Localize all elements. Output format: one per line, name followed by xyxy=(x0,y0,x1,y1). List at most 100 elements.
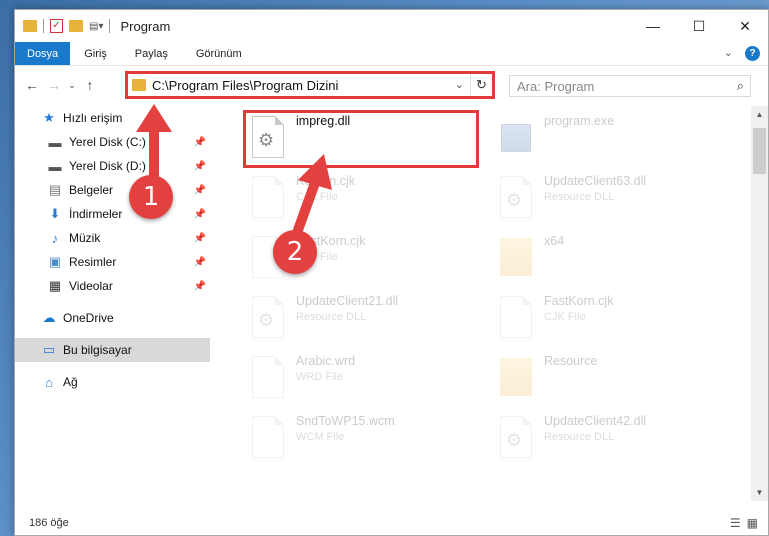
drive-icon: ▬ xyxy=(48,134,62,150)
pin-icon[interactable]: 📌 xyxy=(194,209,206,220)
scroll-down-icon[interactable]: ▼ xyxy=(751,484,768,501)
help-icon[interactable]: ? xyxy=(745,46,760,61)
refresh-icon[interactable]: ↻ xyxy=(470,74,492,96)
file-name: UpdateClient63.dll xyxy=(544,174,647,188)
chevron-down-icon[interactable]: ⌄ xyxy=(455,78,464,91)
file-item-sndtowp15-wcm[interactable]: SndToWP15.wcm WCM File xyxy=(250,412,490,468)
nav-item-music[interactable]: ♪ Müzik 📌 xyxy=(15,226,210,250)
explorer-window: ✓ ▤▾ Program — ☐ ✕ Dosya Giriş Paylaş Gö… xyxy=(14,9,769,536)
document-icon xyxy=(498,296,534,340)
properties-icon[interactable]: ✓ xyxy=(50,19,63,33)
file-type: WCM File xyxy=(296,431,345,443)
folder-item-resource[interactable]: Resource xyxy=(498,352,738,408)
ribbon-right: ⌄ ? xyxy=(724,46,760,61)
nav-item-label: Resimler xyxy=(69,255,117,269)
drive-icon: ▬ xyxy=(48,158,62,174)
music-icon: ♪ xyxy=(51,230,59,246)
pin-icon[interactable]: 📌 xyxy=(194,185,206,196)
documents-icon: ▤ xyxy=(48,182,62,197)
document-icon xyxy=(250,176,286,220)
dll-icon: ⚙ xyxy=(498,416,534,460)
file-item-updateclient42-dll[interactable]: ⚙ UpdateClient42.dll Resource DLL xyxy=(498,412,738,468)
file-item-updateclient63-dll[interactable]: ⚙ UpdateClient63.dll Resource DLL xyxy=(498,172,738,228)
view-toggles: ☰ ▦ xyxy=(730,516,758,530)
file-name: SndToWP15.wcm xyxy=(296,414,395,428)
details-view-icon[interactable]: ☰ xyxy=(730,516,741,530)
nav-item-label: Hızlı erişim xyxy=(63,111,123,125)
file-type: WRD File xyxy=(296,371,344,383)
back-arrow-icon[interactable]: ← xyxy=(21,77,43,93)
folder-item-x64[interactable]: x64 xyxy=(498,232,738,288)
file-name: Korean.cjk xyxy=(296,174,356,188)
nav-item-label: Videolar xyxy=(69,279,113,293)
folder-icon xyxy=(132,79,146,91)
item-count: 186 öğe xyxy=(29,517,69,529)
tab-home[interactable]: Giriş xyxy=(70,42,121,65)
nav-item-onedrive[interactable]: ☁ OneDrive xyxy=(15,306,210,330)
document-icon xyxy=(250,356,286,400)
scrollbar-thumb[interactable] xyxy=(753,128,766,174)
recent-locations-icon[interactable]: ⌄ xyxy=(65,80,79,91)
expand-ribbon-icon[interactable]: ⌄ xyxy=(724,46,733,61)
cloud-icon: ☁ xyxy=(42,310,56,325)
file-item-program-exe[interactable]: program.exe xyxy=(498,112,738,168)
pin-icon[interactable]: 📌 xyxy=(194,257,206,268)
new-folder-icon[interactable] xyxy=(69,20,83,32)
pictures-icon: ▣ xyxy=(48,254,62,269)
minimize-button[interactable]: — xyxy=(630,10,676,42)
title-bar: ✓ ▤▾ Program — ☐ ✕ xyxy=(15,10,768,42)
navigation-pane: ★ Hızlı erişim ▬ Yerel Disk (C:) 📌 ▬ Yer… xyxy=(15,106,210,501)
customize-toolbar-icon[interactable]: ▤▾ xyxy=(89,21,103,32)
file-item-updateclient21-dll[interactable]: ⚙ UpdateClient21.dll Resource DLL xyxy=(250,292,490,348)
search-input[interactable]: Ara: Program ⌕ xyxy=(509,75,751,97)
file-name: Resource xyxy=(544,354,598,368)
close-button[interactable]: ✕ xyxy=(722,10,768,42)
up-arrow-icon[interactable]: ↑ xyxy=(79,77,101,93)
download-icon: ⬇ xyxy=(49,206,61,221)
nav-item-local-disk-d[interactable]: ▬ Yerel Disk (D:) 📌 xyxy=(15,154,210,178)
nav-item-documents[interactable]: ▤ Belgeler 📌 xyxy=(15,178,210,202)
file-name: UpdateClient42.dll xyxy=(544,414,647,428)
scroll-up-icon[interactable]: ▲ xyxy=(751,106,768,123)
nav-item-videos[interactable]: ▦ Videolar 📌 xyxy=(15,274,210,298)
file-type: CJK File xyxy=(296,191,338,203)
address-path[interactable]: C:\Program Files\Program Dizini xyxy=(152,78,338,93)
file-type: CJK File xyxy=(544,311,586,323)
nav-item-network[interactable]: ⌂ Ağ xyxy=(15,370,210,394)
dll-icon: ⚙ xyxy=(250,296,286,340)
tab-file[interactable]: Dosya xyxy=(15,42,71,65)
nav-item-label: Yerel Disk (C:) xyxy=(69,135,146,149)
pin-icon[interactable]: 📌 xyxy=(194,137,206,148)
address-bar[interactable]: C:\Program Files\Program Dizini ⌄ ↻ xyxy=(125,71,495,99)
nav-item-downloads[interactable]: ⬇ İndirmeler 📌 xyxy=(15,202,210,226)
quick-access-toolbar: ✓ ▤▾ Program xyxy=(15,19,170,34)
nav-item-this-pc[interactable]: ▭ Bu bilgisayar xyxy=(15,338,210,362)
file-item-fastkorn-cjk[interactable]: FastKorn.cjk CJK File xyxy=(498,292,738,348)
nav-item-label: İndirmeler xyxy=(69,207,123,221)
nav-item-quick-access[interactable]: ★ Hızlı erişim xyxy=(15,106,210,130)
window-title: Program xyxy=(120,18,171,34)
file-name: FastKorn.cjk xyxy=(544,294,614,308)
vertical-scrollbar[interactable]: ▲ ▼ xyxy=(751,106,768,501)
search-icon[interactable]: ⌕ xyxy=(737,78,744,94)
large-icons-view-icon[interactable]: ▦ xyxy=(747,516,758,530)
tab-view[interactable]: Görünüm xyxy=(182,42,256,65)
nav-item-pictures[interactable]: ▣ Resimler 📌 xyxy=(15,250,210,274)
file-name: program.exe xyxy=(544,114,615,128)
nav-item-local-disk-c[interactable]: ▬ Yerel Disk (C:) 📌 xyxy=(15,130,210,154)
file-list: ⚙ impreg.dll program.exe Korean.cjk CJK F… xyxy=(220,106,750,501)
toolbar-divider xyxy=(43,19,44,33)
exe-icon xyxy=(498,116,534,160)
pin-icon[interactable]: 📌 xyxy=(194,281,206,292)
toolbar-divider xyxy=(109,19,111,33)
file-type: Resource DLL xyxy=(544,431,615,443)
pin-icon[interactable]: 📌 xyxy=(194,233,206,244)
pin-icon[interactable]: 📌 xyxy=(194,161,206,172)
file-item-korean-cjk[interactable]: Korean.cjk CJK File xyxy=(250,172,490,228)
nav-item-label: OneDrive xyxy=(63,311,114,325)
forward-arrow-icon[interactable]: → xyxy=(43,77,65,93)
maximize-button[interactable]: ☐ xyxy=(676,10,722,42)
file-item-arabic-wrd[interactable]: Arabic.wrd WRD File xyxy=(250,352,490,408)
tab-share[interactable]: Paylaş xyxy=(121,42,182,65)
